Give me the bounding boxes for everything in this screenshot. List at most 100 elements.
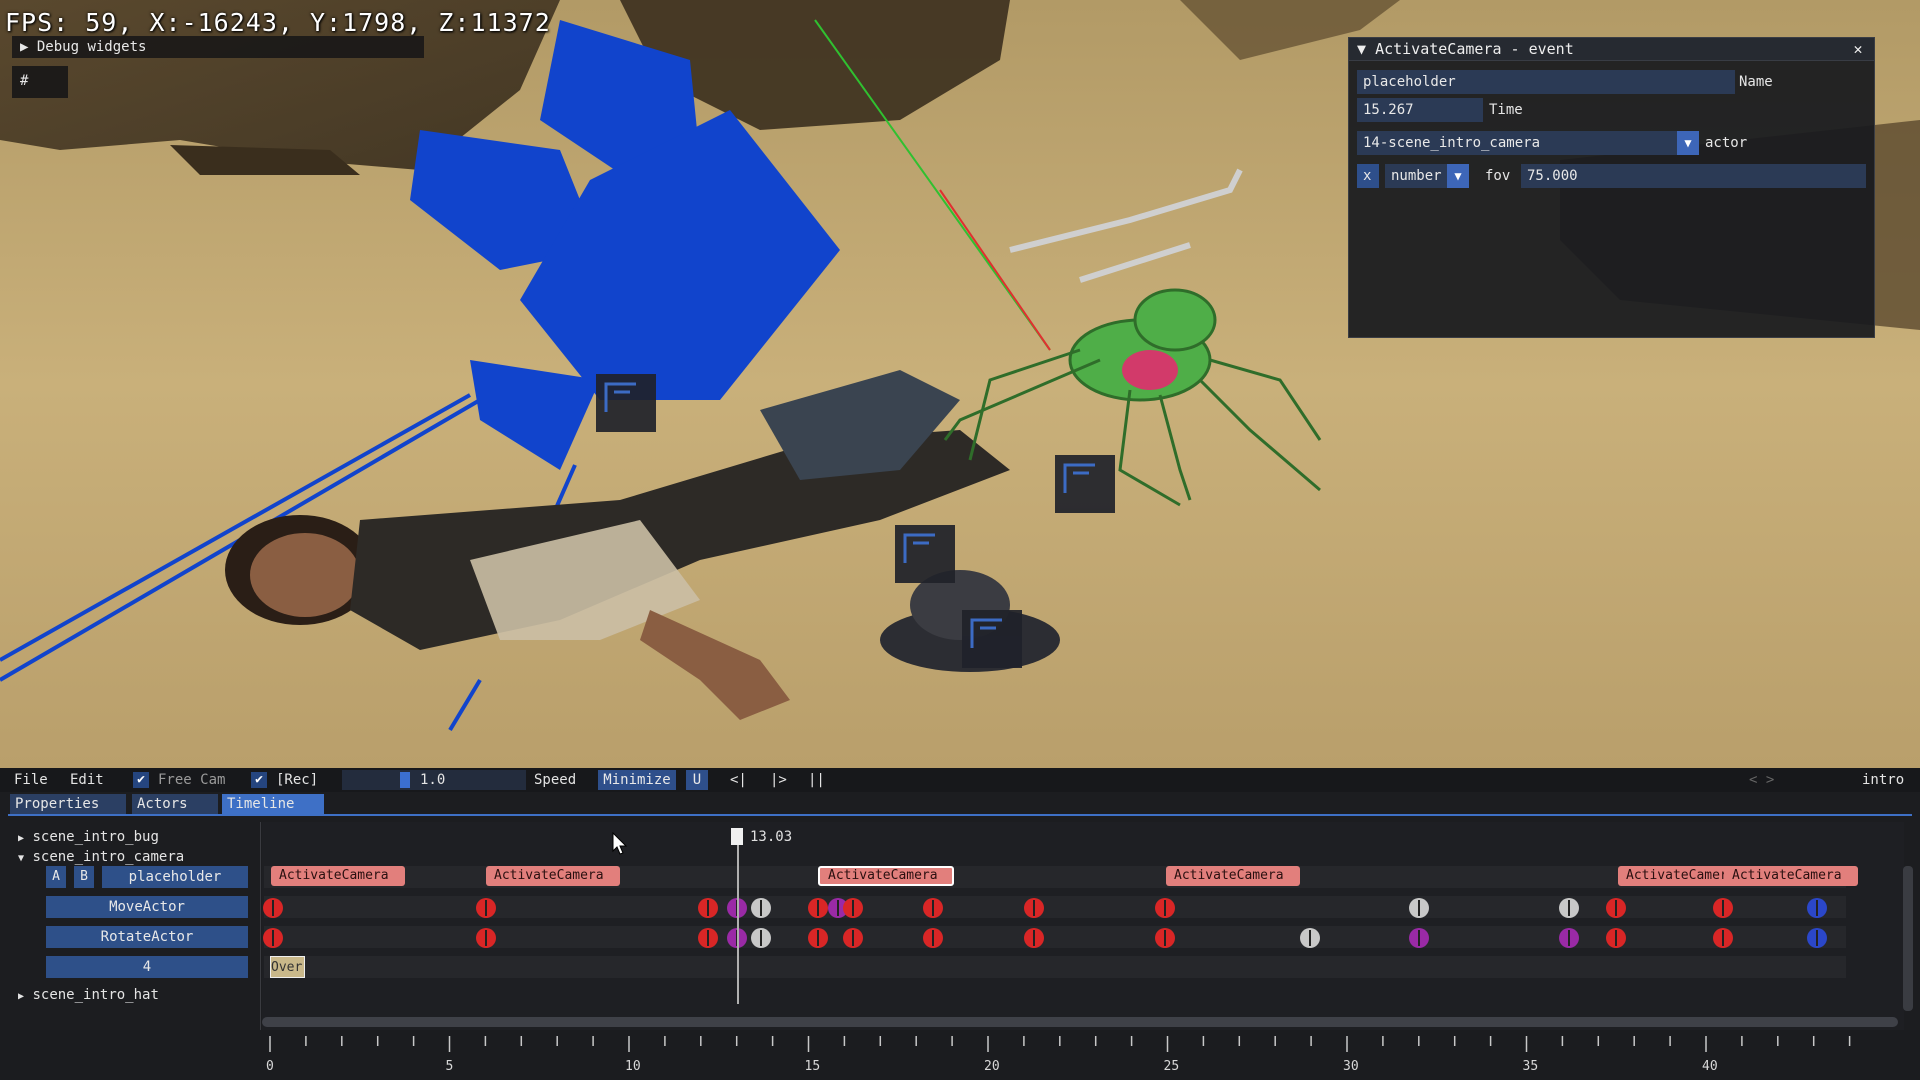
keyframe-rotate[interactable] — [698, 928, 718, 948]
menu-edit[interactable]: Edit — [66, 768, 108, 792]
tab-timeline[interactable]: Timeline — [222, 794, 324, 814]
keyframe-move[interactable] — [1155, 898, 1175, 918]
track-b-button[interactable]: B — [74, 866, 94, 888]
speed-value: 1.0 — [420, 772, 446, 788]
tab-actors[interactable]: Actors — [132, 794, 218, 814]
keyframe-rotate[interactable] — [1559, 928, 1579, 948]
keyframe-rotate[interactable] — [476, 928, 496, 948]
clip-activate-camera[interactable]: ActivateCamera — [1618, 866, 1738, 886]
tab-properties[interactable]: Properties — [10, 794, 126, 814]
ruler-label: 40 — [1702, 1059, 1718, 1074]
free-cam-checkbox[interactable]: ✔ — [133, 772, 149, 788]
track-a-button[interactable]: A — [46, 866, 66, 888]
expand-arrow-icon: ▶ — [18, 833, 25, 844]
track-rotate-actor[interactable]: RotateActor — [46, 926, 248, 948]
keyframe-rotate[interactable] — [1807, 928, 1827, 948]
event-panel: ▼ ActivateCamera - event ✕ placeholder N… — [1348, 37, 1875, 338]
fps-readout: FPS: 59, X:-16243, Y:1798, Z:11372 — [5, 8, 551, 37]
remove-param-button[interactable]: x — [1357, 164, 1379, 188]
keyframe-rotate[interactable] — [1713, 928, 1733, 948]
keyframe-rotate[interactable] — [808, 928, 828, 948]
keyframe-rotate[interactable] — [751, 928, 771, 948]
keyframe-rotate[interactable] — [1300, 928, 1320, 948]
keyframe-move[interactable] — [698, 898, 718, 918]
keyframe-rotate[interactable] — [1606, 928, 1626, 948]
track-move-actor[interactable]: MoveActor — [46, 896, 248, 918]
expand-arrow-icon: ▶ — [20, 39, 29, 55]
timeline-vertical-scrollbar[interactable] — [1903, 866, 1913, 1011]
debug-widgets-label: Debug widgets — [36, 39, 147, 55]
keyframe-rotate[interactable] — [1409, 928, 1429, 948]
debug-widgets-toggle[interactable]: ▶ Debug widgets — [12, 36, 424, 58]
keyframe-move[interactable] — [1713, 898, 1733, 918]
actor-label: actor — [1705, 135, 1748, 151]
timeline-area[interactable] — [262, 822, 1904, 1032]
keyframe-move[interactable] — [808, 898, 828, 918]
event-panel-title: ActivateCamera - event — [1375, 40, 1574, 58]
pause-button[interactable]: || — [804, 768, 829, 792]
playhead-handle[interactable] — [731, 828, 743, 845]
fov-field[interactable]: 75.000 — [1521, 164, 1866, 188]
name-field[interactable]: placeholder — [1357, 70, 1735, 94]
close-icon[interactable]: ✕ — [1848, 38, 1868, 60]
scene-nav-arrows[interactable]: < > — [1745, 768, 1778, 792]
ruler-label: 20 — [984, 1059, 1000, 1074]
clip-over[interactable]: Over — [270, 956, 305, 978]
clip-activate-camera[interactable]: ActivateCamera — [271, 866, 405, 886]
keyframe-move[interactable] — [1606, 898, 1626, 918]
actor-dropdown[interactable]: 14-scene_intro_camera — [1357, 131, 1683, 155]
playhead-time: 13.03 — [750, 829, 793, 845]
actor-dropdown-arrow-icon[interactable]: ▼ — [1677, 131, 1699, 155]
tree-scene-intro-camera[interactable]: ▼ scene_intro_camera — [18, 848, 184, 868]
keyframe-rotate[interactable] — [263, 928, 283, 948]
track-placeholder[interactable]: placeholder — [102, 866, 248, 888]
ruler-label: 25 — [1164, 1059, 1180, 1074]
keyframe-move[interactable] — [1024, 898, 1044, 918]
menubar: File Edit ✔ Free Cam ✔ [Rec] 1.0 Speed M… — [0, 768, 1920, 792]
timeline-horizontal-scrollbar[interactable] — [262, 1017, 1898, 1027]
keyframe-move[interactable] — [476, 898, 496, 918]
keyframe-move[interactable] — [1409, 898, 1429, 918]
keyframe-move[interactable] — [1807, 898, 1827, 918]
tree-scene-intro-hat[interactable]: ▶ scene_intro_hat — [18, 986, 159, 1006]
hash-widget[interactable]: # — [12, 66, 68, 98]
keyframe-rotate[interactable] — [923, 928, 943, 948]
keyframe-move[interactable] — [1559, 898, 1579, 918]
keyframe-rotate[interactable] — [1155, 928, 1175, 948]
tree-scene-intro-bug[interactable]: ▶ scene_intro_bug — [18, 828, 159, 848]
clip-activate-camera[interactable]: ActivateCamera — [1166, 866, 1300, 886]
ruler-label: 15 — [805, 1059, 821, 1074]
ruler-label: 0 — [266, 1059, 274, 1074]
type-dropdown[interactable]: number — [1385, 164, 1455, 188]
event-panel-titlebar[interactable]: ▼ ActivateCamera - event ✕ — [1349, 38, 1874, 61]
track-row-4[interactable] — [264, 956, 1846, 978]
speed-slider[interactable]: 1.0 — [342, 770, 526, 790]
viewport-3d[interactable]: FPS: 59, X:-16243, Y:1798, Z:11372 ▶ Deb… — [0, 0, 1920, 768]
time-field[interactable]: 15.267 — [1357, 98, 1483, 122]
collapse-arrow-icon: ▼ — [18, 853, 25, 864]
speed-slider-grab[interactable] — [400, 772, 410, 788]
keyframe-move[interactable] — [923, 898, 943, 918]
ruler-label: 35 — [1523, 1059, 1539, 1074]
clip-activate-camera-selected[interactable]: ActivateCamera — [818, 866, 954, 886]
type-dropdown-arrow-icon[interactable]: ▼ — [1447, 164, 1469, 188]
keyframe-move[interactable] — [843, 898, 863, 918]
time-ruler[interactable]: 0 5 10 15 20 25 30 35 40 — [0, 1030, 1920, 1080]
minimize-button[interactable]: Minimize — [598, 770, 676, 790]
keyframe-move[interactable] — [263, 898, 283, 918]
fov-label: fov — [1485, 168, 1511, 184]
playhead-line[interactable] — [737, 836, 739, 1004]
keyframe-move[interactable] — [751, 898, 771, 918]
ruler-ticks: 0 5 10 15 20 25 30 35 40 — [266, 1036, 1851, 1074]
menu-file[interactable]: File — [10, 768, 52, 792]
track-4[interactable]: 4 — [46, 956, 248, 978]
clip-activate-camera[interactable]: ActivateCamera — [486, 866, 620, 886]
keyframe-rotate[interactable] — [1024, 928, 1044, 948]
u-button[interactable]: U — [686, 770, 708, 790]
rec-checkbox[interactable]: ✔ — [251, 772, 267, 788]
step-back-button[interactable]: <| — [726, 768, 751, 792]
clip-activate-camera[interactable]: ActivateCamera — [1724, 866, 1858, 886]
collapse-arrow-icon[interactable]: ▼ — [1357, 40, 1366, 58]
step-forward-button[interactable]: |> — [766, 768, 791, 792]
keyframe-rotate[interactable] — [843, 928, 863, 948]
